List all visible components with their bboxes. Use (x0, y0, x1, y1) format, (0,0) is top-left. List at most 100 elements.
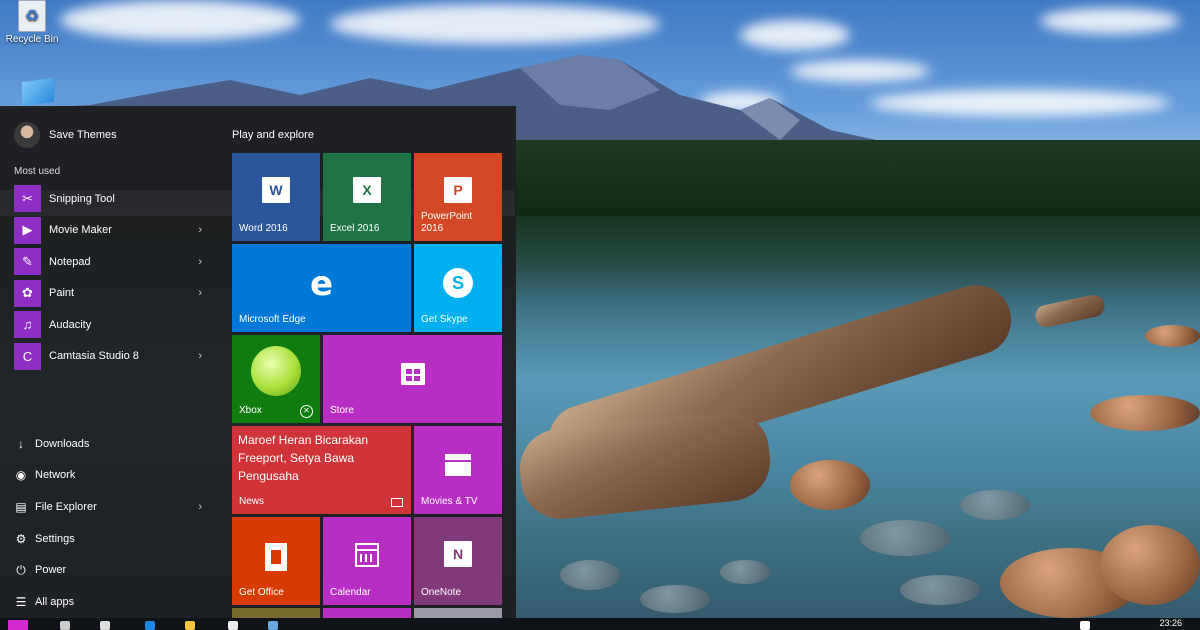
powerpoint-icon: P (444, 177, 472, 203)
system-item-power[interactable]: ⏻ Power (14, 554, 204, 586)
tile-powerpoint-label: PowerPoint 2016 (421, 211, 473, 234)
recycle-bin-icon: ♻ (18, 0, 46, 32)
excel-icon: X (353, 177, 381, 203)
tile-onenote[interactable]: N OneNote (414, 517, 502, 605)
system-item-settings[interactable]: ⚙ Settings (14, 523, 204, 555)
camtasia-icon: C (14, 342, 41, 370)
start-menu: Save Themes Most used ✂ Snipping Tool ▶ Mov… (0, 106, 516, 618)
start-button[interactable] (8, 620, 28, 630)
system-item-label: Downloads (35, 437, 90, 450)
system-item-label: Network (35, 469, 76, 482)
most-used-item[interactable]: ✎ Notepad › (14, 246, 204, 278)
tile-calendar[interactable]: Calendar (323, 517, 411, 605)
tiles-group-title: Play and explore (232, 129, 314, 141)
tile-skype-label: Get Skype (421, 314, 468, 325)
gear-icon: ⚙ (15, 531, 27, 546)
tile-news-label: News (239, 496, 265, 507)
tile-get-office-label: Get Office (239, 587, 284, 598)
system-item-downloads[interactable]: ↓ Downloads (14, 428, 204, 460)
system-item-label: File Explorer (35, 500, 97, 513)
most-used-item-label: Snipping Tool (49, 192, 115, 205)
taskbar-clock[interactable]: 23:26 (1159, 618, 1182, 628)
user-account[interactable]: Save Themes (14, 121, 117, 149)
clapperboard-icon (445, 454, 471, 476)
tile-powerpoint[interactable]: P PowerPoint 2016 (414, 153, 502, 241)
headphones-icon: ♫ (14, 311, 41, 339)
xbox-logo-icon: ✕ (300, 405, 313, 418)
download-icon: ↓ (18, 436, 24, 451)
tile-partial-3[interactable] (414, 608, 502, 618)
file-explorer-taskbar-icon[interactable] (185, 621, 195, 630)
power-icon: ⏻ (16, 562, 26, 577)
user-name: Save Themes (49, 129, 117, 141)
search-icon[interactable] (60, 621, 70, 630)
chevron-right-icon[interactable]: › (198, 256, 202, 268)
scissors-icon: ✂ (14, 185, 41, 213)
onenote-icon: N (444, 541, 472, 567)
notepad-icon: ✎ (14, 248, 41, 276)
notification-icon[interactable] (1080, 621, 1090, 630)
most-used-list: ✂ Snipping Tool ▶ Movie Maker › ✎ Notepad › ✿ Pai… (14, 183, 204, 372)
film-icon: ▶ (14, 216, 41, 244)
recycle-bin-label: Recycle Bin (5, 34, 59, 45)
tile-xbox[interactable]: Xbox ✕ (232, 335, 320, 423)
tile-edge-label: Microsoft Edge (239, 314, 306, 325)
most-used-item[interactable]: ▶ Movie Maker › (14, 215, 204, 247)
most-used-item-label: Camtasia Studio 8 (49, 350, 139, 363)
tile-partial-2[interactable] (323, 608, 411, 618)
most-used-item[interactable]: ✂ Snipping Tool (14, 183, 204, 215)
chevron-right-icon[interactable]: › (198, 501, 202, 513)
most-used-item[interactable]: C Camtasia Studio 8 › (14, 341, 204, 373)
store-taskbar-icon[interactable] (228, 621, 238, 630)
tile-movies-tv[interactable]: Movies & TV (414, 426, 502, 514)
most-used-item[interactable]: ✿ Paint › (14, 278, 204, 310)
tile-store-label: Store (330, 405, 354, 416)
chevron-right-icon[interactable]: › (198, 350, 202, 362)
most-used-item-label: Movie Maker (49, 224, 112, 237)
tile-get-office[interactable]: Get Office (232, 517, 320, 605)
chevron-right-icon[interactable]: › (198, 287, 202, 299)
tile-word[interactable]: W Word 2016 (232, 153, 320, 241)
most-used-label: Most used (14, 166, 61, 177)
news-icon (391, 498, 403, 507)
tile-excel-label: Excel 2016 (330, 223, 380, 234)
avatar (14, 122, 40, 148)
folder-icon: ▤ (15, 499, 27, 514)
tile-calendar-label: Calendar (330, 587, 371, 598)
app-taskbar-icon[interactable] (268, 621, 278, 630)
skype-icon: S (443, 268, 473, 298)
system-item-label: Settings (35, 532, 75, 545)
edge-taskbar-icon[interactable] (145, 621, 155, 630)
tile-skype[interactable]: S Get Skype (414, 244, 502, 332)
tile-onenote-label: OneNote (421, 587, 462, 598)
chevron-right-icon[interactable]: › (198, 224, 202, 236)
system-item-all-apps[interactable]: ☰ All apps (14, 586, 204, 618)
recycle-bin[interactable]: ♻ Recycle Bin (4, 0, 60, 45)
tile-edge[interactable]: e Microsoft Edge (232, 244, 411, 332)
tile-store[interactable]: Store (323, 335, 502, 423)
most-used-item-label: Paint (49, 287, 75, 300)
word-icon: W (262, 177, 290, 203)
this-pc-icon[interactable] (22, 77, 54, 107)
tile-news[interactable]: Maroef Heran Bicarakan Freeport, Setya B… (232, 426, 411, 514)
tile-partial-1[interactable] (232, 608, 320, 618)
tile-word-label: Word 2016 (239, 223, 288, 234)
tile-movies-tv-label: Movies & TV (421, 496, 478, 507)
store-bag-icon (400, 363, 425, 385)
system-item-network[interactable]: ◉ Network (14, 460, 204, 492)
network-icon: ◉ (15, 468, 27, 483)
xbox-sphere-icon (251, 346, 301, 396)
office-icon (265, 543, 287, 571)
task-view-icon[interactable] (100, 621, 110, 630)
palette-icon: ✿ (14, 279, 41, 307)
system-item-label: Power (35, 564, 67, 577)
most-used-item[interactable]: ♫ Audacity (14, 309, 204, 341)
edge-icon: e (309, 264, 334, 304)
system-item-label: All apps (35, 595, 75, 608)
taskbar: 23:26 (0, 618, 1200, 630)
system-item-file-explorer[interactable]: ▤ File Explorer › (14, 491, 204, 523)
calendar-icon (355, 543, 379, 567)
system-places-list: ↓ Downloads ◉ Network ▤ File Explorer › ⚙ Settin… (14, 428, 204, 618)
tile-excel[interactable]: X Excel 2016 (323, 153, 411, 241)
news-headline: Maroef Heran Bicarakan Freeport, Setya B… (238, 433, 369, 483)
